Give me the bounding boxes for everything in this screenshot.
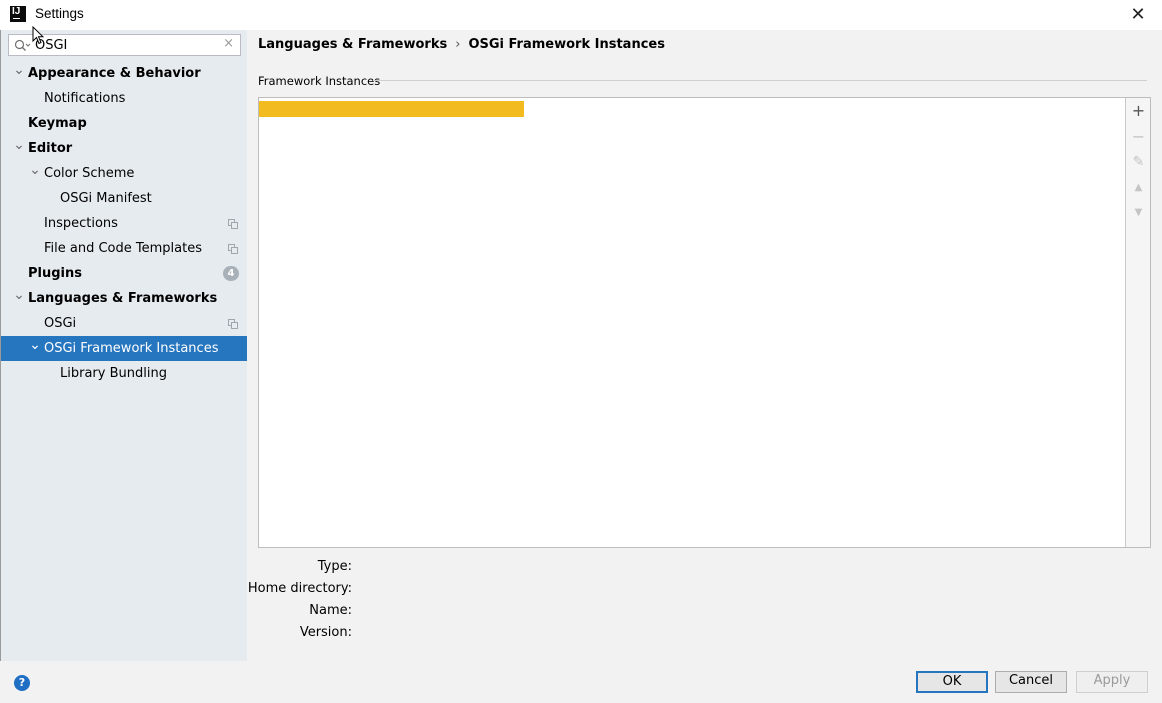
content-panel: Languages & Frameworks › OSGi Framework In… — [247, 30, 1162, 661]
chevron-down-icon[interactable]: ⌄ — [29, 161, 41, 179]
chevron-down-icon[interactable]: ⌄ — [29, 336, 41, 354]
mouse-cursor-icon — [32, 26, 44, 45]
tree-item[interactable]: Library Bundling — [1, 361, 247, 386]
title-bar: IJ Settings ✕ — [0, 0, 1162, 30]
tree-item-label: OSGi Manifest — [60, 191, 152, 206]
tree-item-label: Color Scheme — [44, 166, 135, 181]
move-down-icon[interactable]: ▼ — [1126, 201, 1151, 225]
type-label: Type: — [317, 559, 352, 574]
tree-item[interactable]: OSGi — [1, 311, 247, 336]
tree-item-label: Library Bundling — [60, 366, 167, 381]
copy-icon — [228, 319, 238, 329]
move-up-icon[interactable]: ▲ — [1126, 176, 1151, 200]
property-row: Home directory: — [247, 578, 647, 600]
close-button[interactable]: ✕ — [1126, 3, 1150, 27]
breadcrumb-current: OSGi Framework Instances — [468, 37, 665, 52]
tree-item-label: OSGi — [44, 316, 77, 331]
edit-icon[interactable]: ✎ — [1126, 150, 1151, 174]
tree-item[interactable]: ⌄ OSGi Framework Instances — [1, 336, 247, 361]
intellij-icon: IJ — [10, 6, 26, 22]
search-input[interactable] — [35, 37, 215, 53]
tree-item-label: OSGi Framework Instances — [44, 341, 219, 356]
list-item[interactable] — [259, 101, 524, 117]
tree-item-label: Appearance & Behavior — [28, 66, 201, 81]
breadcrumb: Languages & Frameworks › OSGi Framework In… — [258, 37, 665, 52]
tree-item[interactable]: Plugins 4 — [1, 261, 247, 286]
chevron-down-icon[interactable]: ⌄ — [13, 136, 25, 154]
search-icon — [14, 39, 30, 51]
tree-item[interactable]: OSGi Manifest — [1, 186, 247, 211]
tree-item[interactable]: ⌄ Appearance & Behavior — [1, 61, 247, 86]
property-row: Version: — [247, 622, 647, 644]
list-toolbar: + − ✎ ▲ ▼ — [1125, 98, 1150, 547]
section-divider — [373, 80, 1147, 81]
cancel-button[interactable]: Cancel — [995, 671, 1067, 693]
tree-item[interactable]: Notifications — [1, 86, 247, 111]
chevron-down-icon[interactable]: ⌄ — [13, 286, 25, 304]
framework-instances-list[interactable]: + − ✎ ▲ ▼ — [258, 97, 1151, 548]
remove-icon[interactable]: − — [1126, 125, 1151, 149]
tree-item-label: Keymap — [28, 116, 87, 131]
tree-item[interactable]: ⌄ Languages & Frameworks — [1, 286, 247, 311]
property-row: Type: — [247, 556, 647, 578]
instance-properties: Type: Home directory: Name: Version: — [247, 556, 647, 644]
tree-item-label: File and Code Templates — [44, 241, 202, 256]
tree-item[interactable]: Inspections — [1, 211, 247, 236]
help-icon[interactable]: ? — [14, 675, 30, 691]
tree-item-label: Editor — [28, 141, 73, 156]
copy-icon — [228, 219, 238, 229]
property-row: Name: — [247, 600, 647, 622]
tree-item-label: Languages & Frameworks — [28, 291, 218, 306]
tree-item[interactable]: ⌄ Color Scheme — [1, 161, 247, 186]
name-label: Name: — [309, 603, 352, 618]
tree-item-label: Inspections — [44, 216, 118, 231]
breadcrumb-parent[interactable]: Languages & Frameworks — [258, 37, 447, 52]
version-label: Version: — [299, 625, 352, 640]
ok-button[interactable]: OK — [916, 671, 988, 693]
dialog-button-bar: ? OK Cancel Apply — [0, 661, 1162, 703]
home-directory-label: Home directory: — [247, 581, 352, 596]
section-title: Framework Instances — [258, 74, 381, 88]
add-icon[interactable]: + — [1126, 99, 1151, 123]
settings-tree: ⌄ Appearance & Behavior Notifications Keyma… — [1, 61, 247, 386]
tree-item[interactable]: ⌄ Editor — [1, 136, 247, 161]
clear-search-icon[interactable]: × — [223, 36, 234, 51]
settings-sidebar: × ⌄Appearance & BehaviorNotificationsKey… — [1, 30, 247, 661]
chevron-down-icon[interactable]: ⌄ — [13, 61, 25, 79]
tree-item[interactable]: Keymap — [1, 111, 247, 136]
tree-item-label: Plugins — [28, 266, 82, 281]
updates-badge: 4 — [223, 266, 239, 281]
tree-item-label: Notifications — [44, 91, 126, 106]
tree-item[interactable]: File and Code Templates — [1, 236, 247, 261]
apply-button[interactable]: Apply — [1076, 671, 1148, 693]
window-title: Settings — [35, 6, 84, 21]
breadcrumb-separator: › — [455, 37, 461, 52]
copy-icon — [228, 244, 238, 254]
